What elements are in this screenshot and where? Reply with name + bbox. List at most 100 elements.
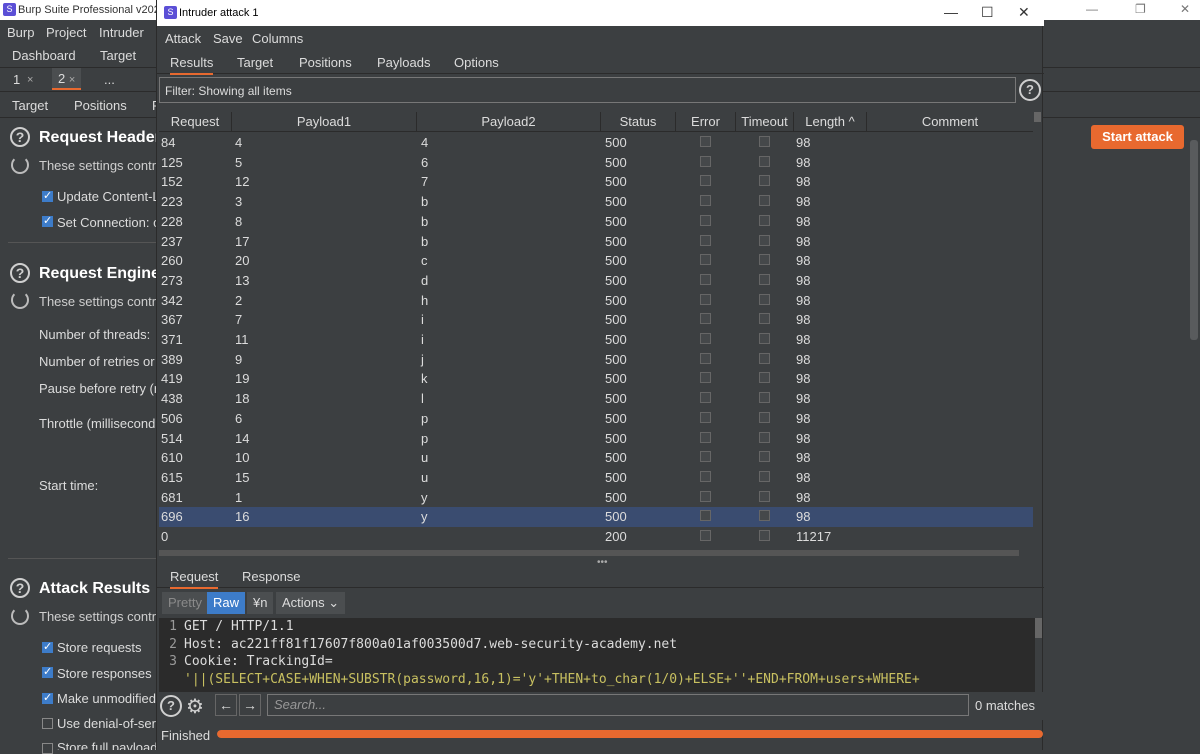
restore-defaults-icon[interactable] [11, 291, 29, 309]
tab-options[interactable]: Options [454, 55, 499, 70]
table-row[interactable]: 228 8 b 500 98 [159, 212, 1034, 232]
table-row[interactable]: 696 16 y 500 98 [159, 507, 1034, 527]
menu-burp[interactable]: Burp [7, 25, 34, 40]
request-editor[interactable]: 1 GET / HTTP/1.1 2 Host: ac221ff81f17607f80… [159, 618, 1035, 692]
denial-of-service-checkbox[interactable] [42, 718, 53, 729]
update-content-length-checkbox[interactable] [42, 189, 53, 202]
table-row[interactable]: 506 6 p 500 98 [159, 409, 1034, 429]
subtab-target[interactable]: Target [12, 98, 48, 113]
table-row[interactable]: 273 13 d 500 98 [159, 271, 1034, 291]
newline-toggle-button[interactable]: ¥n [247, 592, 274, 614]
make-unmodified-checkbox[interactable] [42, 691, 53, 704]
main-maximize-icon[interactable]: ❐ [1135, 2, 1146, 16]
table-row[interactable]: 389 9 j 500 98 [159, 350, 1034, 370]
tab-payloads[interactable]: Payloads [377, 55, 430, 70]
cell-p1: 9 [235, 351, 243, 367]
previous-match-icon[interactable]: ← [215, 694, 237, 716]
restore-defaults-icon[interactable] [11, 607, 29, 625]
help-icon[interactable]: ? [160, 695, 182, 717]
store-responses-checkbox[interactable] [42, 665, 53, 678]
code-line: GET / HTTP/1.1 [184, 619, 294, 634]
tab-results[interactable]: Results [170, 55, 214, 75]
help-icon[interactable]: ? [1019, 79, 1041, 101]
table-row[interactable]: 681 1 y 500 98 [159, 488, 1034, 508]
error-checkbox [700, 431, 711, 443]
menu-project[interactable]: Project [46, 25, 86, 40]
cell-p2: y [421, 509, 428, 525]
restore-defaults-icon[interactable] [11, 156, 29, 174]
subtab-positions[interactable]: Positions [74, 98, 127, 113]
cell-status: 500 [605, 253, 627, 269]
help-icon[interactable]: ? [10, 263, 30, 283]
table-horizontal-scrollbar[interactable] [159, 550, 1019, 556]
cell-p2: i [421, 312, 424, 328]
menu-intruder[interactable]: Intruder [99, 25, 144, 40]
help-icon[interactable]: ? [10, 127, 30, 147]
table-row[interactable]: 610 10 u 500 98 [159, 448, 1034, 468]
column-header-status[interactable]: Status [601, 112, 676, 132]
column-header-timeout[interactable]: Timeout [736, 112, 794, 132]
table-row[interactable]: 419 19 k 500 98 [159, 369, 1034, 389]
settings-gear-icon[interactable]: ⚙ [186, 694, 204, 719]
table-row[interactable]: 84 4 4 500 98 [159, 133, 1034, 153]
search-input[interactable]: Search... [267, 694, 969, 716]
main-minimize-icon[interactable]: — [1086, 2, 1098, 16]
column-header-length[interactable]: Length ^ [794, 112, 867, 132]
pretty-button[interactable]: Pretty [162, 592, 208, 614]
raw-button[interactable]: Raw [207, 592, 246, 614]
cell-status: 500 [605, 351, 627, 367]
attack-tab-2[interactable]: 2 × [52, 68, 82, 90]
cell-length: 98 [796, 509, 811, 525]
table-row[interactable]: 438 18 l 500 98 [159, 389, 1034, 409]
table-scrollbar[interactable] [1033, 112, 1042, 552]
tab-positions[interactable]: Positions [299, 55, 352, 70]
store-requests-checkbox[interactable] [42, 640, 53, 653]
cell-request: 260 [161, 253, 183, 269]
table-row[interactable]: 223 3 b 500 98 [159, 192, 1034, 212]
table-row[interactable]: 615 15 u 500 98 [159, 468, 1034, 488]
cell-length: 98 [796, 371, 811, 387]
table-row[interactable]: 0 200 11217 [159, 527, 1034, 547]
attack-tab-1[interactable]: 1 [13, 72, 20, 87]
menu-save[interactable]: Save [213, 31, 243, 46]
column-header-request[interactable]: Request [159, 112, 232, 132]
new-tab-button[interactable]: ... [104, 72, 115, 87]
table-scrollbar-thumb[interactable] [1034, 112, 1041, 122]
store-full-payloads-checkbox[interactable] [42, 743, 53, 754]
next-match-icon[interactable]: → [239, 694, 261, 716]
menu-columns[interactable]: Columns [252, 31, 303, 46]
table-row[interactable]: 367 7 i 500 98 [159, 310, 1034, 330]
tab-target[interactable]: Target [237, 55, 273, 70]
column-header-payload2[interactable]: Payload2 [417, 112, 601, 132]
table-row[interactable]: 371 11 i 500 98 [159, 330, 1034, 350]
start-attack-button[interactable]: Start attack [1091, 125, 1184, 149]
tab-dashboard[interactable]: Dashboard [12, 48, 76, 63]
option-label: Throttle (millisecond [39, 416, 156, 431]
column-header-comment[interactable]: Comment [867, 112, 1034, 132]
table-row[interactable]: 260 20 c 500 98 [159, 251, 1034, 271]
table-row[interactable]: 152 12 7 500 98 [159, 172, 1034, 192]
attack-maximize-icon[interactable]: ☐ [981, 4, 994, 21]
column-header-error[interactable]: Error [676, 112, 736, 132]
close-tab-1-icon[interactable]: × [27, 74, 33, 86]
table-row[interactable]: 237 17 b 500 98 [159, 232, 1034, 252]
actions-button[interactable]: Actions ⌄ [276, 592, 346, 614]
column-header-payload1[interactable]: Payload1 [232, 112, 417, 132]
error-checkbox [700, 214, 711, 226]
menu-attack[interactable]: Attack [165, 31, 201, 46]
tab-request[interactable]: Request [170, 569, 219, 589]
table-row[interactable]: 514 14 p 500 98 [159, 429, 1034, 449]
attack-close-icon[interactable]: ✕ [1018, 4, 1030, 21]
main-close-icon[interactable]: ✕ [1180, 2, 1190, 16]
tab-target[interactable]: Target [100, 48, 136, 63]
filter-bar[interactable]: Filter: Showing all items [159, 77, 1016, 103]
table-row[interactable]: 125 5 6 500 98 [159, 153, 1034, 173]
attack-minimize-icon[interactable]: — [944, 4, 958, 20]
tab-response[interactable]: Response [242, 569, 301, 584]
set-connection-checkbox[interactable] [42, 214, 53, 227]
close-tab-2-icon[interactable]: × [69, 74, 75, 86]
table-row[interactable]: 342 2 h 500 98 [159, 291, 1034, 311]
editor-scrollbar[interactable] [1035, 618, 1042, 638]
help-icon[interactable]: ? [10, 578, 30, 598]
main-scrollbar[interactable] [1190, 140, 1198, 340]
